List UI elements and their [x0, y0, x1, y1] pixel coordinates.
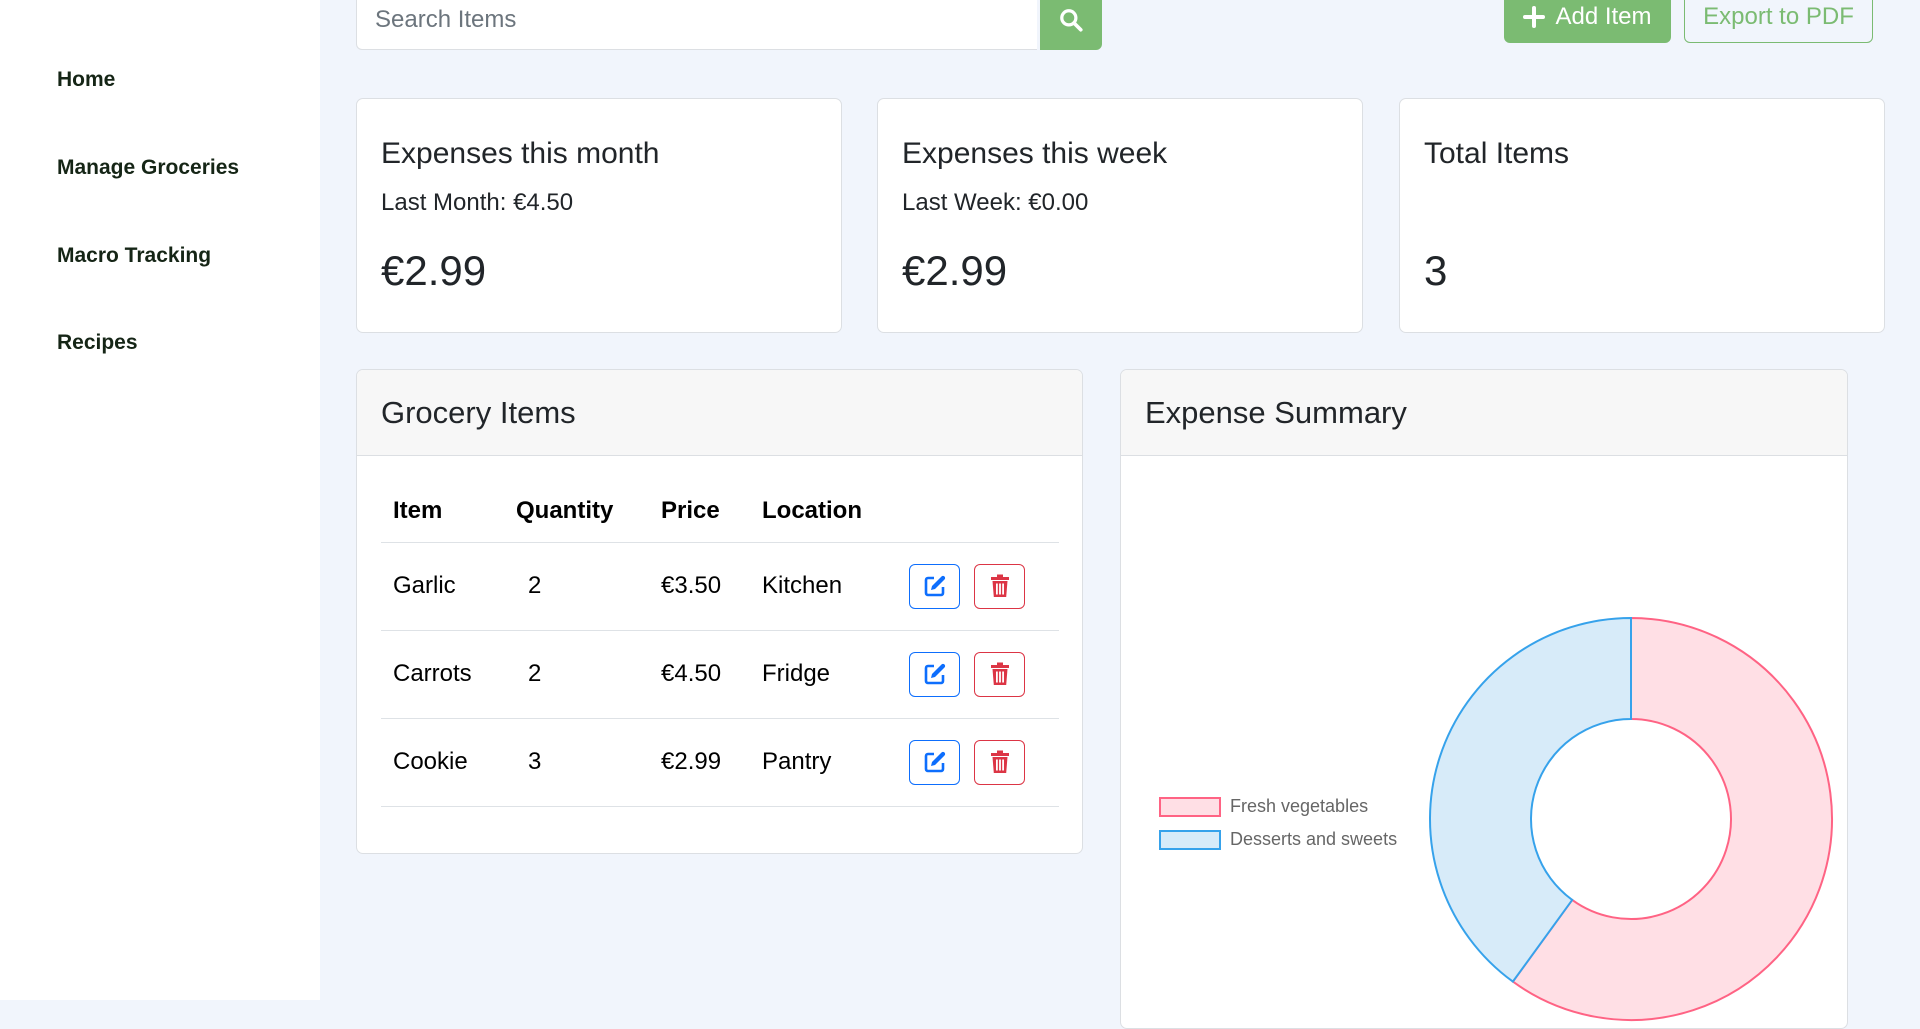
search-button[interactable] — [1040, 0, 1102, 50]
export-pdf-button[interactable]: Export to PDF — [1684, 0, 1873, 43]
item-cell: Carrots — [381, 630, 504, 719]
stat-card-total: Total Items 3 — [1399, 98, 1885, 333]
sidebar-item-manage-groceries[interactable]: Manage Groceries — [57, 156, 239, 180]
column-header-actions — [897, 480, 1059, 543]
main-content: Add Item Export to PDF Expenses this mon… — [320, 0, 1920, 1029]
location-cell: Kitchen — [750, 542, 897, 631]
actions-cell — [897, 630, 1059, 719]
edit-button[interactable] — [909, 651, 960, 697]
stat-subtitle: Last Month: €4.50 — [381, 189, 574, 216]
stat-value: €2.99 — [381, 247, 487, 294]
quantity-cell: 2 — [504, 542, 649, 631]
table-row: Cookie 3 €2.99 Pantry — [381, 718, 1059, 807]
table-row: Garlic 2 €3.50 Kitchen — [381, 542, 1059, 631]
sidebar: Home Manage Groceries Macro Tracking Rec… — [0, 0, 320, 1000]
location-cell: Pantry — [750, 718, 897, 807]
edit-icon — [924, 663, 945, 685]
trash-icon — [990, 662, 1009, 685]
edit-button[interactable] — [909, 563, 960, 609]
price-cell: €4.50 — [649, 630, 750, 719]
column-header: Price — [649, 480, 750, 543]
stat-title: Total Items — [1424, 137, 1570, 170]
price-cell: €2.99 — [649, 718, 750, 807]
add-item-label: Add Item — [1555, 2, 1652, 30]
location-cell: Fridge — [750, 630, 897, 719]
table-header-row: Item Quantity Price Location — [381, 480, 1059, 543]
delete-button[interactable] — [974, 739, 1025, 785]
search-icon — [1060, 9, 1083, 32]
sidebar-item-recipes[interactable]: Recipes — [57, 331, 138, 355]
stat-title: Expenses this month — [381, 137, 660, 170]
quantity-cell: 2 — [504, 630, 649, 719]
column-header: Location — [750, 480, 897, 543]
add-item-button[interactable]: Add Item — [1504, 0, 1671, 43]
stat-subtitle: Last Week: €0.00 — [902, 189, 1089, 216]
quantity-cell: 3 — [504, 718, 649, 807]
panel-title: Grocery Items — [357, 370, 1082, 456]
stat-value: €2.99 — [902, 247, 1008, 294]
trash-icon — [990, 750, 1009, 773]
stat-card-month: Expenses this month Last Month: €4.50 €2… — [356, 98, 842, 333]
stat-card-week: Expenses this week Last Week: €0.00 €2.9… — [877, 98, 1363, 333]
expense-summary-panel: Expense Summary Fresh vegetables Dessert… — [1120, 369, 1848, 1029]
actions-cell — [897, 718, 1059, 807]
grocery-table: Item Quantity Price Location Garlic 2 €3… — [381, 480, 1059, 807]
price-cell: €3.50 — [649, 542, 750, 631]
sidebar-item-macro-tracking[interactable]: Macro Tracking — [57, 244, 211, 268]
search-input[interactable] — [356, 0, 1037, 50]
column-header: Item — [381, 480, 504, 543]
actions-cell — [897, 542, 1059, 631]
column-header: Quantity — [504, 480, 649, 543]
edit-icon — [924, 575, 945, 597]
edit-icon — [924, 751, 945, 773]
sidebar-item-home[interactable]: Home — [57, 68, 115, 92]
table-row: Carrots 2 €4.50 Fridge — [381, 630, 1059, 719]
stat-title: Expenses this week — [902, 137, 1168, 170]
plus-icon — [1523, 5, 1546, 28]
edit-button[interactable] — [909, 739, 960, 785]
stat-value: 3 — [1424, 247, 1448, 294]
grocery-items-panel: Grocery Items Item Quantity Price Locati… — [356, 369, 1083, 854]
delete-button[interactable] — [974, 563, 1025, 609]
trash-icon — [990, 574, 1009, 597]
delete-button[interactable] — [974, 651, 1025, 697]
expense-donut-chart — [1429, 616, 1833, 1021]
item-cell: Cookie — [381, 718, 504, 807]
item-cell: Garlic — [381, 542, 504, 631]
